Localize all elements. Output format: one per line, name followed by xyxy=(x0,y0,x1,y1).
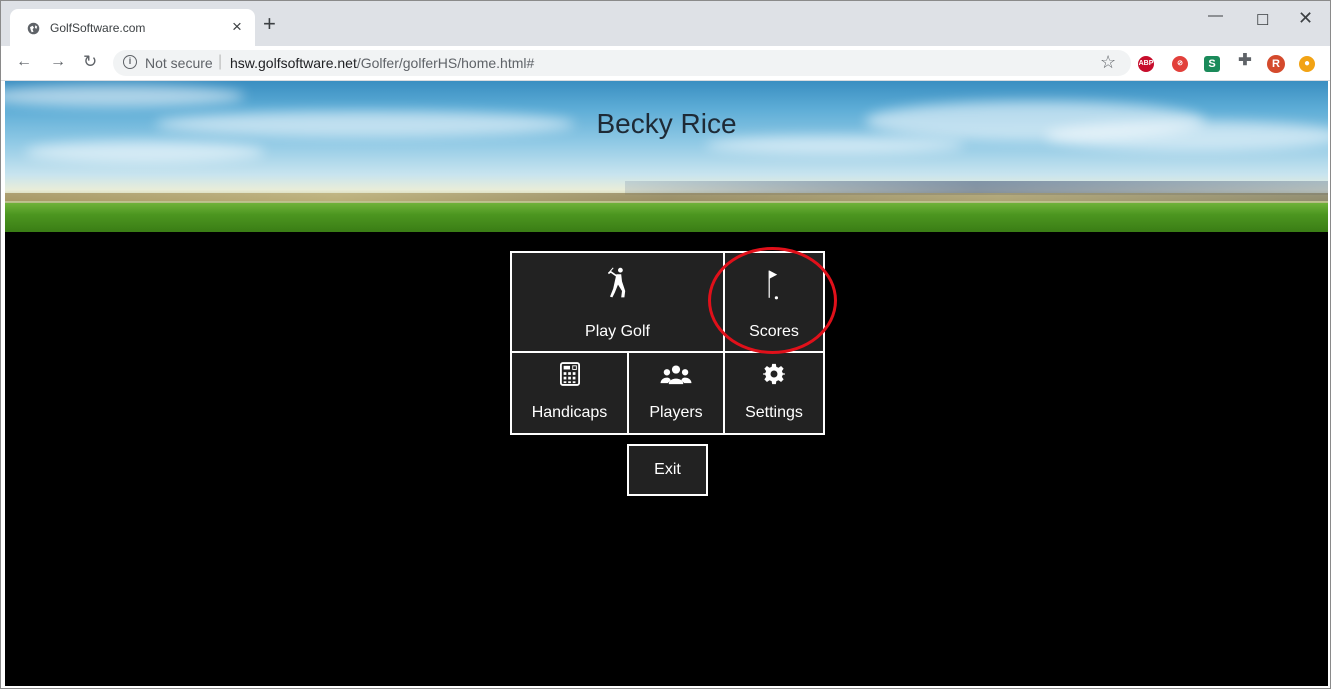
scores-button[interactable]: Scores xyxy=(723,251,825,353)
browser-toolbar: ← → ↻ i Not secure | hsw.golfsoftware.ne… xyxy=(1,46,1330,81)
address-bar[interactable]: i Not secure | hsw.golfsoftware.net/Golf… xyxy=(113,50,1131,76)
page-title: Becky Rice xyxy=(596,108,737,139)
cloud xyxy=(5,85,245,107)
globe-icon xyxy=(27,22,40,35)
browser-tab[interactable]: GolfSoftware.com × xyxy=(10,9,255,47)
tab-close-icon[interactable]: × xyxy=(232,18,242,35)
info-icon[interactable]: i xyxy=(123,55,137,69)
settings-button[interactable]: Settings xyxy=(723,351,825,435)
exit-button[interactable]: Exit xyxy=(627,444,708,496)
back-arrow-icon[interactable]: ← xyxy=(16,54,32,70)
url-divider: | xyxy=(218,53,223,70)
tab-title: GolfSoftware.com xyxy=(50,21,146,35)
maximize-icon[interactable]: ☐ xyxy=(1256,11,1269,29)
scores-label: Scores xyxy=(749,323,799,340)
gear-icon xyxy=(763,363,785,385)
players-label: Players xyxy=(649,404,703,421)
horizon-band xyxy=(5,193,1328,201)
players-button[interactable]: Players xyxy=(627,351,725,435)
close-window-icon[interactable]: ✕ xyxy=(1298,8,1313,29)
cloud xyxy=(25,141,265,163)
golfer-icon xyxy=(607,267,625,298)
s-extension-icon[interactable]: S xyxy=(1204,56,1220,72)
puzzle-icon[interactable]: ✚ xyxy=(1237,53,1253,69)
new-tab-icon[interactable]: + xyxy=(263,13,276,35)
fairway xyxy=(5,203,1328,232)
red-extension-icon[interactable]: ⊘ xyxy=(1172,56,1188,72)
users-group-icon xyxy=(660,365,692,385)
url-path: /Golfer/golferHS/home.html# xyxy=(356,55,535,71)
play-golf-label: Play Golf xyxy=(585,323,650,340)
abp-icon[interactable]: ABP xyxy=(1138,56,1154,72)
play-golf-button[interactable]: Play Golf xyxy=(510,251,725,353)
settings-label: Settings xyxy=(745,404,803,421)
golf-course-banner: Becky Rice xyxy=(5,81,1328,232)
page-content: Becky Rice Play Golf Scores Handicaps Pl… xyxy=(5,81,1328,686)
handicaps-button[interactable]: Handicaps xyxy=(510,351,629,435)
orange-extension-icon[interactable]: ● xyxy=(1299,56,1315,72)
handicaps-label: Handicaps xyxy=(531,404,608,421)
bookmark-star-icon[interactable]: ☆ xyxy=(1100,52,1116,73)
minimize-icon[interactable]: — xyxy=(1208,7,1223,24)
url-host: hsw.golfsoftware.net xyxy=(230,55,357,71)
security-label: Not secure xyxy=(145,55,213,71)
exit-label: Exit xyxy=(654,461,681,478)
reload-icon[interactable]: ↻ xyxy=(83,53,97,70)
flag-icon xyxy=(768,270,778,300)
forward-arrow-icon[interactable]: → xyxy=(50,54,66,70)
calculator-icon xyxy=(559,362,580,386)
profile-avatar[interactable]: R xyxy=(1267,55,1285,73)
tab-strip: GolfSoftware.com × + — ☐ ✕ xyxy=(1,1,1330,47)
url-text[interactable]: hsw.golfsoftware.net/Golfer/golferHS/hom… xyxy=(230,55,534,71)
